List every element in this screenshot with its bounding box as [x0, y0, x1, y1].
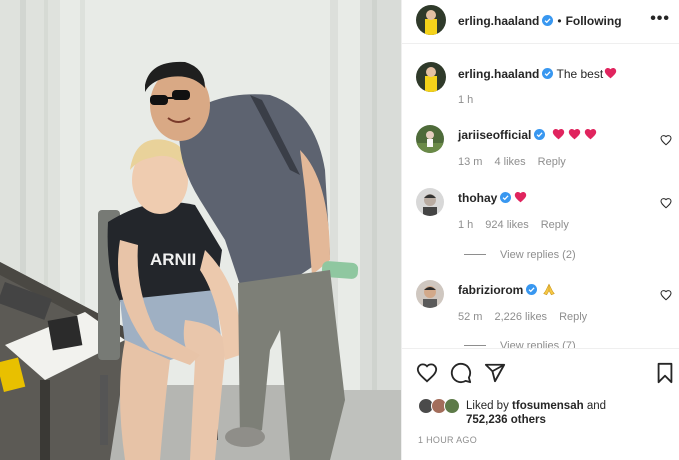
folded-hands-emoji-icon — [543, 283, 556, 296]
view-replies-button[interactable]: View replies (2) — [464, 249, 576, 261]
post-timestamp: 1 HOUR AGO — [418, 435, 478, 445]
hidden-replies-strip: View replies (7) — [402, 334, 679, 348]
liker-avatar — [444, 398, 460, 414]
comment-time: 13 m — [458, 156, 483, 168]
replies-dash — [464, 345, 486, 346]
replies-dash — [464, 254, 486, 255]
comment-line: jariiseofficial — [458, 128, 597, 142]
verified-icon — [534, 129, 546, 140]
view-replies-label: View replies (2) — [500, 249, 576, 261]
comment-line: fabriziorom — [458, 283, 556, 297]
like-heart-icon[interactable] — [416, 362, 438, 384]
verified-icon — [542, 15, 554, 26]
comment-time: 1 h — [458, 219, 474, 231]
view-replies-label: View replies (7) — [500, 340, 576, 348]
commenter-avatar[interactable] — [416, 125, 444, 153]
post-sidebar: erling.haaland • Following ••• erling.haal… — [401, 0, 679, 460]
heart-icon[interactable] — [660, 197, 672, 209]
reply-button[interactable]: Reply — [559, 311, 587, 323]
comment-time: 52 m — [458, 311, 483, 323]
red-heart-emoji-icon — [515, 192, 527, 203]
comment-username[interactable]: fabriziorom — [458, 283, 523, 297]
verified-icon — [542, 68, 554, 79]
post-image: ARNII — [0, 0, 401, 460]
heart-icon[interactable] — [660, 289, 672, 301]
verified-icon — [500, 192, 512, 203]
caption-line: erling.haaland The best — [458, 67, 617, 81]
red-heart-emoji-icon — [568, 129, 580, 140]
comment-username[interactable]: thohay — [458, 191, 497, 205]
commenter-avatar[interactable] — [416, 280, 444, 308]
liked-by-avatars — [418, 398, 464, 416]
post-photo: ARNII — [0, 0, 401, 460]
bookmark-icon[interactable] — [654, 362, 676, 384]
caption-avatar[interactable] — [416, 62, 446, 92]
caption-time: 1 h — [458, 94, 474, 106]
commenter-avatar[interactable] — [416, 188, 444, 216]
reply-button[interactable]: Reply — [538, 156, 566, 168]
red-heart-emoji-icon — [584, 129, 596, 140]
action-bar: Liked by tfosumensah and 752,236 others … — [402, 348, 679, 460]
comment-username[interactable]: jariiseofficial — [458, 128, 531, 142]
author-username[interactable]: erling.haaland — [458, 14, 539, 28]
comment-meta: 13 m 4 likes Reply — [458, 156, 578, 168]
heart-icon[interactable] — [660, 134, 672, 146]
comment-emoji — [549, 128, 597, 142]
caption-text: The best — [556, 67, 604, 81]
liked-by-user[interactable]: tfosumensah — [512, 400, 584, 412]
author-avatar[interactable] — [416, 5, 446, 35]
view-replies-button[interactable]: View replies (7) — [464, 340, 576, 348]
liked-by-text: Liked by tfosumensah and 752,236 others — [466, 399, 606, 427]
liked-by-and: and — [586, 400, 607, 412]
comment-meta: 52 m 2,226 likes Reply — [458, 311, 599, 323]
shirt-text: ARNII — [150, 250, 196, 269]
red-heart-emoji-icon — [552, 129, 564, 140]
following-button[interactable]: Following — [566, 14, 622, 28]
comment-likes[interactable]: 4 likes — [494, 156, 525, 168]
comment-line: thohay — [458, 191, 527, 205]
more-icon[interactable]: ••• — [650, 10, 670, 28]
separator-dot: • — [557, 14, 562, 28]
comment-likes[interactable]: 2,226 likes — [494, 311, 547, 323]
comment-icon[interactable] — [450, 362, 472, 384]
caption-username[interactable]: erling.haaland — [458, 67, 539, 81]
verified-icon — [526, 284, 538, 295]
comment-likes[interactable]: 924 likes — [485, 219, 528, 231]
share-icon[interactable] — [484, 362, 506, 384]
liked-by-prefix: Liked by — [466, 400, 509, 412]
post-header: erling.haaland • Following ••• — [402, 0, 679, 44]
red-heart-emoji-icon — [605, 68, 617, 79]
header-title: erling.haaland • Following — [458, 12, 622, 30]
reply-button[interactable]: Reply — [541, 219, 569, 231]
liked-by-others[interactable]: 752,236 others — [466, 414, 546, 426]
comment-meta: 1 h 924 likes Reply — [458, 219, 581, 231]
